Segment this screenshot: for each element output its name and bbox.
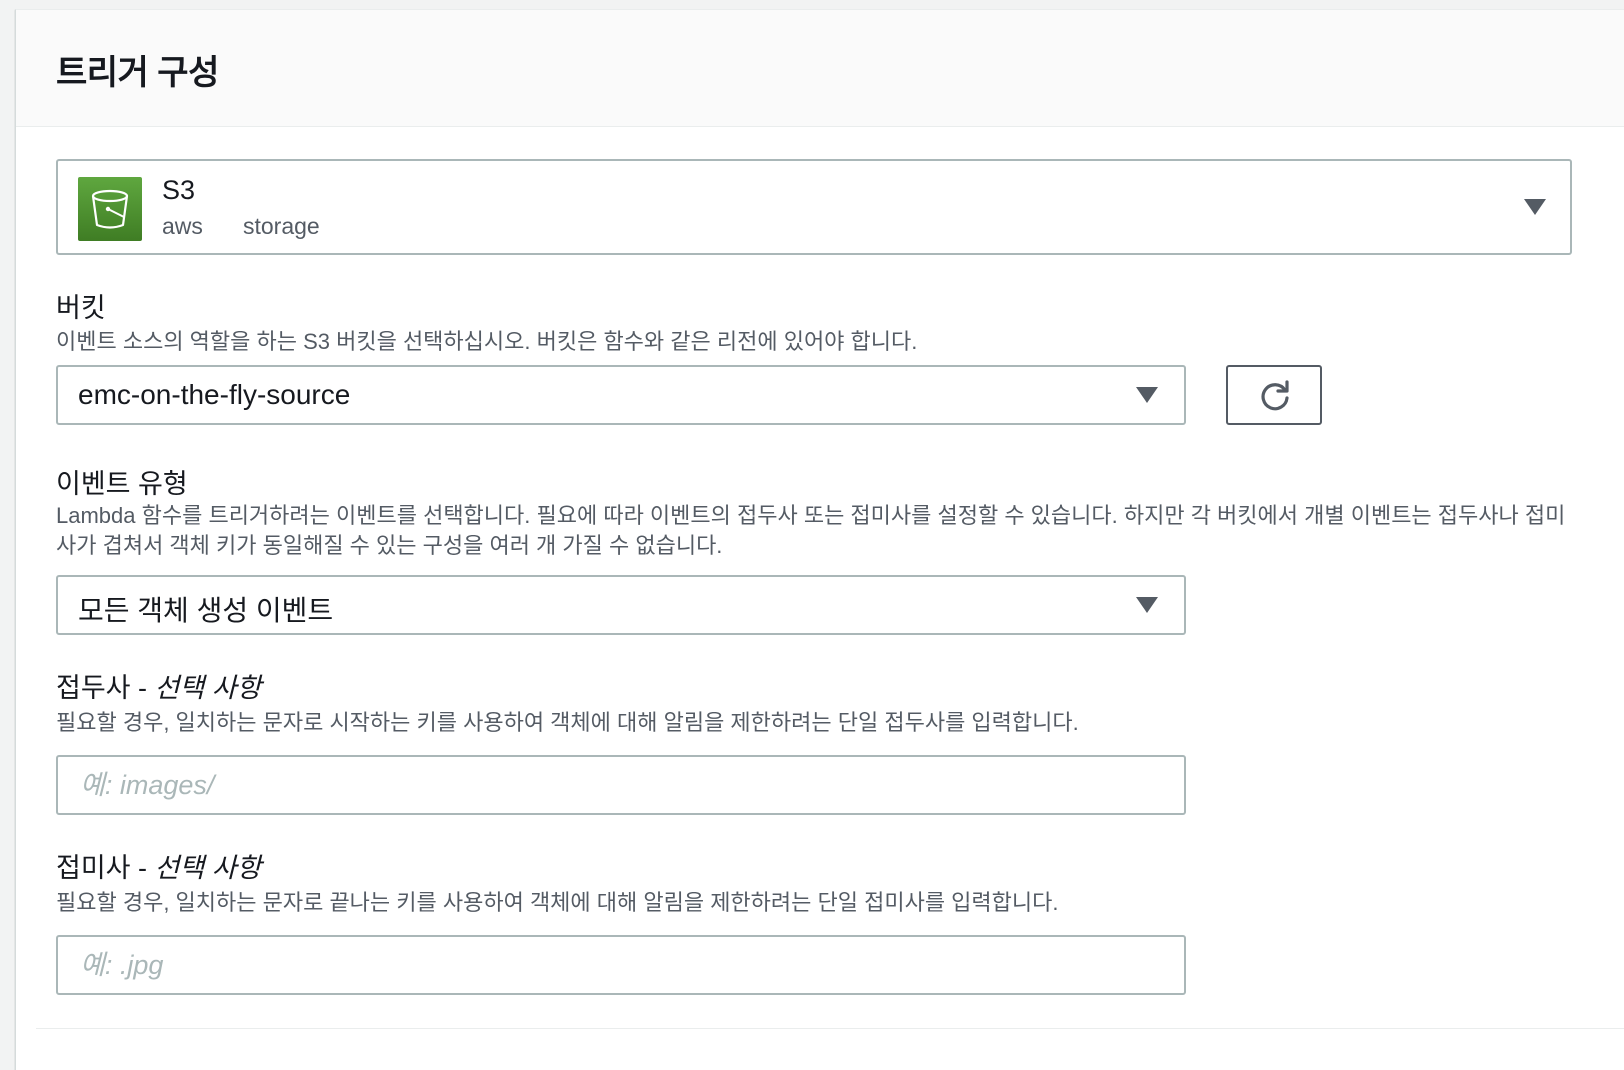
- caret-down-icon: [1136, 387, 1158, 403]
- prefix-label-text: 접두사 -: [56, 673, 155, 703]
- trigger-tag-aws: aws: [162, 213, 203, 239]
- suffix-field[interactable]: [56, 935, 1186, 995]
- bucket-label: 버킷: [56, 293, 106, 323]
- prefix-optional-text: 선택 사항: [154, 673, 262, 703]
- prefix-input[interactable]: [58, 757, 1184, 813]
- event-type-label: 이벤트 유형: [56, 469, 188, 499]
- trigger-config-panel: 트리거 구성 S3 aws storage 버킷 이벤트 소스의 역할을 하는 …: [15, 9, 1624, 1070]
- event-type-description: Lambda 함수를 트리거하려는 이벤트를 선택합니다. 필요에 따라 이벤트…: [56, 503, 1566, 558]
- suffix-label-text: 접미사 -: [56, 853, 155, 883]
- prefix-description: 필요할 경우, 일치하는 문자로 시작하는 키를 사용하여 객체에 대해 알림을…: [56, 710, 1079, 735]
- s3-bucket-icon: [78, 177, 142, 241]
- suffix-label: 접미사 - 선택 사항: [56, 852, 261, 884]
- caret-down-icon: [1524, 199, 1546, 215]
- trigger-source-select[interactable]: S3 aws storage: [56, 159, 1572, 255]
- refresh-buckets-button[interactable]: [1226, 365, 1322, 425]
- event-type-select[interactable]: 모든 객체 생성 이벤트: [56, 575, 1186, 635]
- suffix-description: 필요할 경우, 일치하는 문자로 끝나는 키를 사용하여 객체에 대해 알림을 …: [56, 890, 1059, 915]
- panel-header: 트리거 구성: [16, 10, 1624, 127]
- bucket-selected-value: emc-on-the-fly-source: [78, 379, 351, 410]
- prefix-field[interactable]: [56, 755, 1186, 815]
- prefix-label: 접두사 - 선택 사항: [56, 672, 261, 704]
- refresh-icon: [1261, 380, 1289, 411]
- section-divider: [36, 1028, 1624, 1029]
- trigger-name: S3: [162, 175, 196, 205]
- suffix-optional-text: 선택 사항: [154, 853, 262, 883]
- trigger-tag-storage: storage: [243, 213, 320, 239]
- bucket-select[interactable]: emc-on-the-fly-source: [56, 365, 1186, 425]
- page-title: 트리거 구성: [56, 54, 219, 92]
- caret-down-icon: [1136, 597, 1158, 613]
- event-type-selected-value: 모든 객체 생성 이벤트: [78, 595, 334, 626]
- bucket-description: 이벤트 소스의 역할을 하는 S3 버킷을 선택하십시오. 버킷은 함수와 같은…: [56, 329, 918, 354]
- suffix-input[interactable]: [58, 937, 1184, 993]
